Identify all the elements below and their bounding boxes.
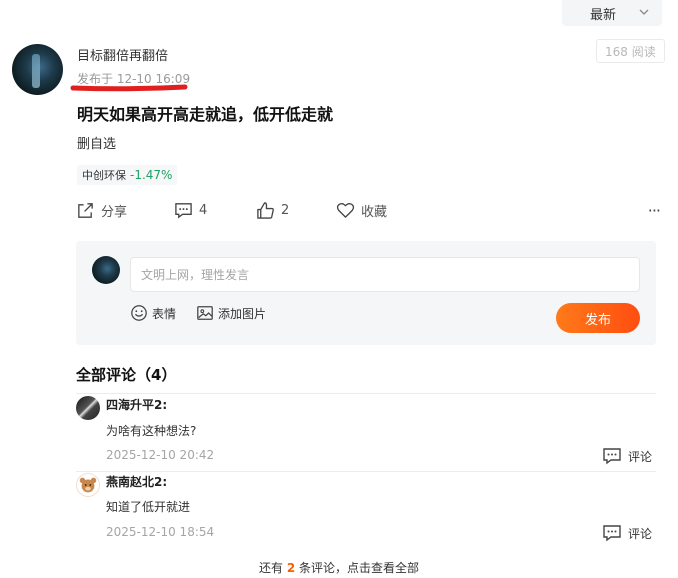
- current-user-avatar: [92, 256, 120, 284]
- more-comments-prefix: 还有: [258, 561, 283, 575]
- heart-icon: [336, 202, 355, 218]
- add-image-label: 添加图片: [218, 306, 267, 321]
- thumbs-up-icon: [257, 201, 274, 219]
- more-comments-suffix: 条评论，点击查看全部: [299, 561, 420, 575]
- like-button[interactable]: 2: [256, 199, 289, 221]
- comments-header: 全部评论（4）: [76, 366, 177, 384]
- favorite-button[interactable]: 收藏: [336, 199, 387, 221]
- post-action-bar: 分享 4 2 收藏 ···: [76, 199, 666, 221]
- cartoon-avatar-icon: [79, 477, 97, 493]
- comment-icon: [175, 202, 192, 218]
- smiley-icon: [131, 305, 147, 321]
- comment-text: 知道了低开就进: [106, 500, 191, 514]
- reply-label: 评论: [628, 449, 653, 464]
- commenter-name[interactable]: 四海升平2:: [106, 396, 167, 413]
- divider: [76, 393, 656, 394]
- comment-input[interactable]: [130, 257, 640, 292]
- share-icon: [78, 202, 93, 218]
- add-image-button[interactable]: 添加图片: [196, 304, 266, 322]
- reply-button[interactable]: 评论: [602, 447, 652, 465]
- emoji-label: 表情: [152, 306, 177, 321]
- commenter-avatar[interactable]: [76, 473, 100, 497]
- post-body: 删自选: [77, 137, 117, 152]
- like-count: 2: [281, 202, 290, 218]
- comment-text: 为啥有这种想法?: [106, 424, 197, 438]
- emoji-button[interactable]: 表情: [130, 304, 176, 322]
- divider: [76, 471, 656, 472]
- chevron-down-icon: [639, 9, 649, 15]
- reply-button[interactable]: 评论: [602, 524, 652, 542]
- stock-name: 中创环保: [82, 169, 126, 182]
- reply-label: 评论: [628, 526, 653, 541]
- stock-tag[interactable]: 中创环保 -1.47%: [77, 165, 178, 185]
- more-options-button[interactable]: ···: [648, 201, 661, 220]
- stock-change: -1.47%: [130, 168, 173, 182]
- comment-time: 2025-12-10 18:54: [106, 525, 215, 539]
- share-button[interactable]: 分享: [76, 199, 127, 221]
- view-count-badge: 168 阅读: [596, 39, 665, 63]
- publish-button[interactable]: 发布: [556, 303, 640, 333]
- sort-dropdown[interactable]: 最新: [562, 0, 662, 26]
- post-title: 明天如果高开高走就追，低开低走就: [77, 105, 334, 124]
- comment-button[interactable]: 4: [174, 199, 207, 221]
- more-comments-count: 2: [286, 561, 296, 575]
- view-all-comments-link[interactable]: 还有 2 条评论，点击查看全部: [0, 559, 678, 576]
- comment-compose-box: 表情 添加图片 发布: [76, 241, 656, 345]
- commenter-name[interactable]: 燕南赵北2:: [106, 473, 167, 490]
- comment-count: 4: [199, 202, 208, 218]
- comment-icon: [603, 525, 621, 542]
- author-avatar[interactable]: [12, 44, 63, 95]
- red-underline-annotation: [70, 84, 188, 92]
- author-name[interactable]: 目标翻倍再翻倍: [77, 45, 168, 64]
- favorite-label: 收藏: [361, 204, 388, 220]
- commenter-avatar[interactable]: [76, 396, 100, 420]
- comment-icon: [603, 448, 621, 465]
- comment-time: 2025-12-10 20:42: [106, 448, 215, 462]
- sort-selected-label: 最新: [590, 7, 617, 23]
- share-label: 分享: [101, 204, 128, 220]
- image-icon: [197, 306, 213, 320]
